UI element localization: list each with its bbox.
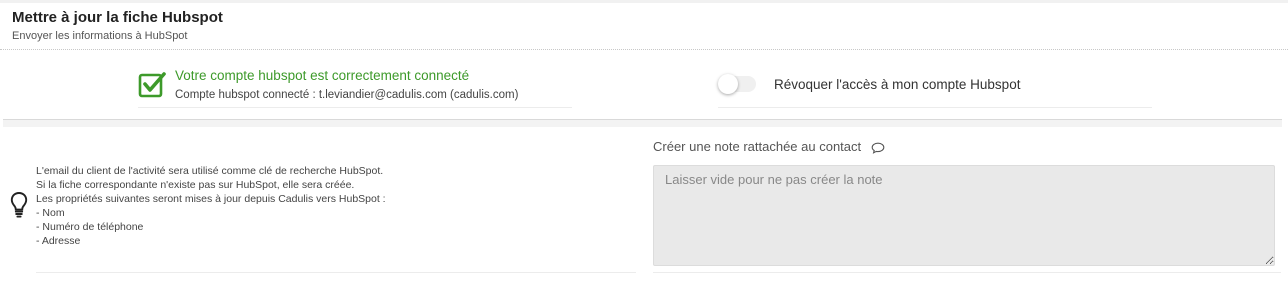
section-title: Mettre à jour la fiche Hubspot bbox=[12, 9, 223, 26]
note-divider bbox=[653, 272, 1281, 273]
checkbox-checked-icon bbox=[138, 72, 166, 98]
note-textarea[interactable] bbox=[653, 165, 1275, 266]
connected-account-text: Compte hubspot connecté : t.leviandier@c… bbox=[175, 89, 519, 101]
info-line: L'email du client de l'activité sera uti… bbox=[36, 165, 384, 177]
revoke-access-toggle[interactable] bbox=[718, 74, 756, 94]
info-line: Les propriétés suivantes seront mises à … bbox=[36, 193, 386, 205]
top-divider bbox=[0, 0, 1288, 3]
header-divider bbox=[0, 49, 1288, 50]
info-line: - Numéro de téléphone bbox=[36, 221, 144, 233]
info-line: Si la fiche correspondante n'existe pas … bbox=[36, 179, 355, 191]
connection-status-text: Votre compte hubspot est correctement co… bbox=[175, 68, 470, 83]
note-label: Créer une note rattachée au contact bbox=[653, 139, 862, 154]
info-divider bbox=[36, 272, 636, 273]
section-divider-band bbox=[3, 119, 1282, 127]
section-header: Mettre à jour la fiche Hubspot Envoyer l… bbox=[12, 9, 223, 42]
revoke-access-label: Révoquer l'accès à mon compte Hubspot bbox=[774, 77, 1021, 92]
connection-status: Votre compte hubspot est correctement co… bbox=[138, 68, 572, 108]
toggle-knob bbox=[718, 74, 738, 94]
info-line: - Nom bbox=[36, 207, 65, 219]
section-subtitle: Envoyer les informations à HubSpot bbox=[12, 30, 188, 42]
comment-icon bbox=[871, 142, 885, 154]
lightbulb-icon bbox=[10, 192, 28, 218]
info-line: - Adresse bbox=[36, 235, 81, 247]
note-label-row: Créer une note rattachée au contact bbox=[653, 139, 885, 154]
hubspot-info-text: L'email du client de l'activité sera uti… bbox=[36, 164, 386, 248]
revoke-access-row: Révoquer l'accès à mon compte Hubspot bbox=[718, 68, 1152, 108]
